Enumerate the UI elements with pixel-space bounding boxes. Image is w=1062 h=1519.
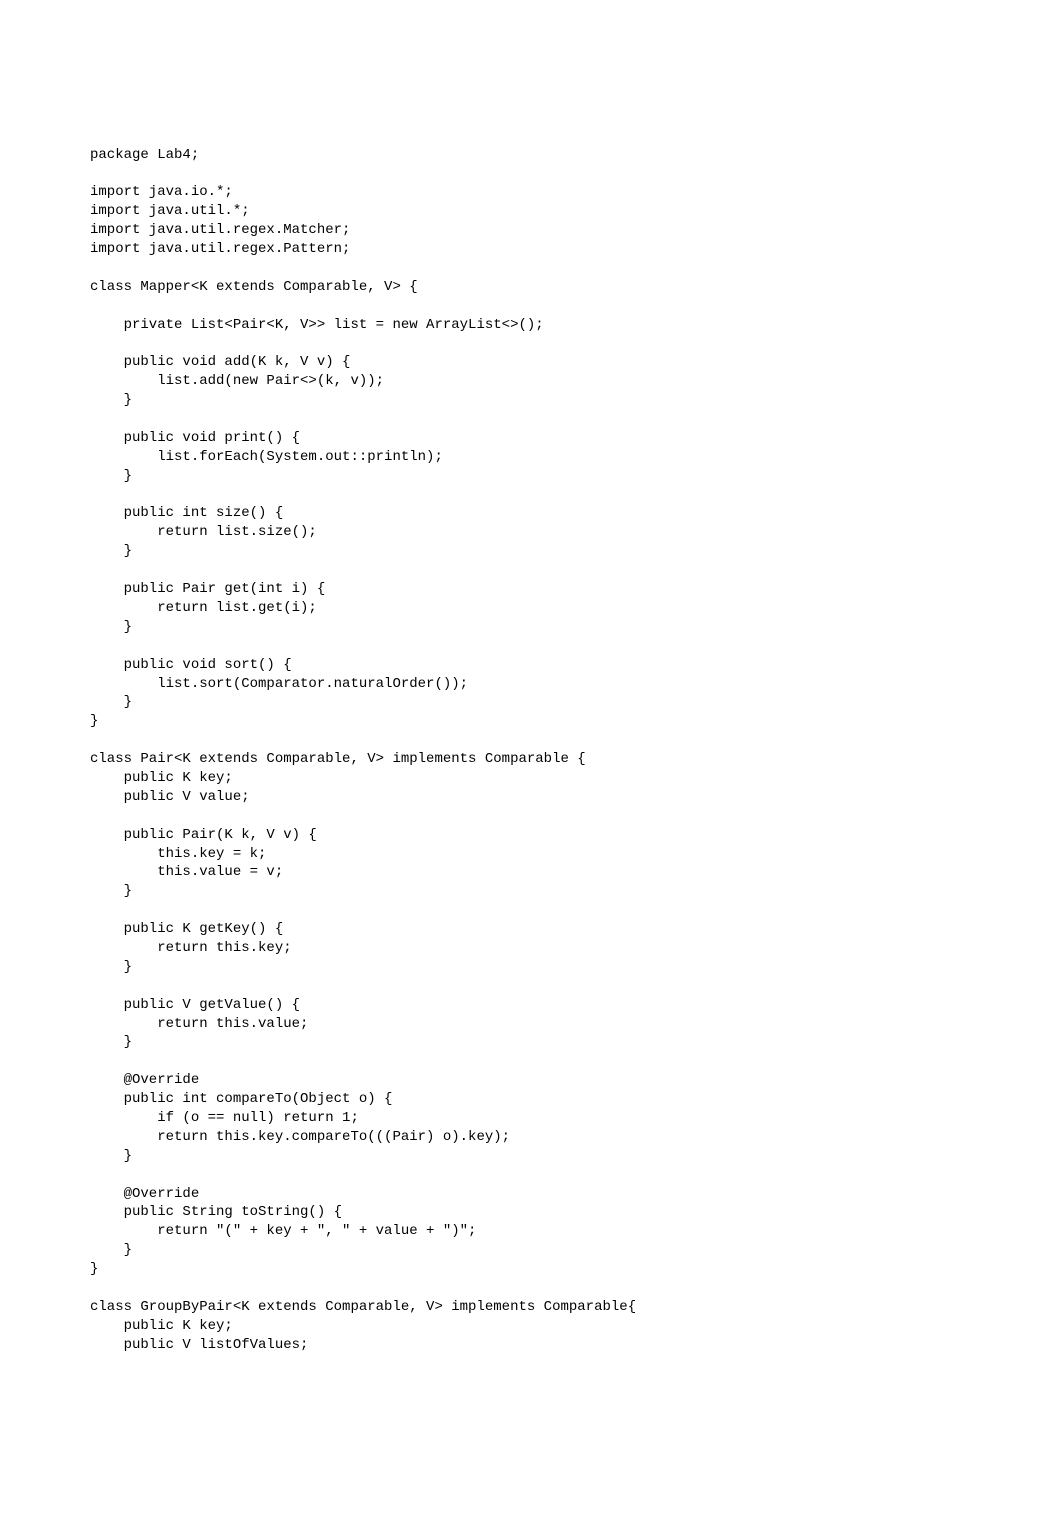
code-block: package Lab4; import java.io.*; import j…	[90, 146, 972, 1355]
